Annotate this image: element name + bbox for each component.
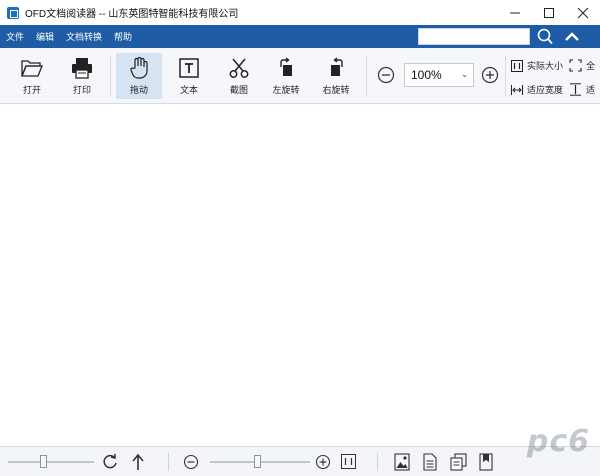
text-label: 文本 (179, 85, 198, 95)
zoom-value: 100% (411, 68, 442, 82)
print-button[interactable]: 打印 (59, 53, 105, 99)
fit-height-button[interactable]: 适 (569, 83, 595, 96)
window-title: OFD文档阅读器 -- 山东英图特智能科技有限公司 (25, 9, 239, 20)
actual-size-icon[interactable] (341, 454, 356, 469)
title-bar: OFD文档阅读器 -- 山东英图特智能科技有限公司 (0, 0, 600, 25)
fullscreen-button[interactable]: 全 (569, 59, 595, 72)
drag-tool-button[interactable]: 拖动 (116, 53, 162, 99)
fit-width-icon (511, 84, 523, 95)
refresh-icon[interactable] (102, 453, 118, 471)
fit-width-label: 适应宽度 (527, 85, 564, 95)
search-input[interactable] (418, 28, 530, 45)
copy-pages-icon[interactable] (450, 453, 467, 471)
minimize-button[interactable] (498, 0, 532, 25)
toolbar-divider (505, 56, 506, 96)
status-divider (377, 453, 378, 471)
actual-size-icon (511, 59, 523, 72)
rotate-right-button[interactable]: 右旋转 (313, 53, 359, 99)
menu-help[interactable]: 帮助 (114, 30, 132, 43)
folder-open-icon (21, 60, 43, 77)
watermark-logo: pc6 (526, 424, 590, 459)
open-button[interactable]: 打开 (9, 53, 55, 99)
screenshot-button[interactable]: 截图 (216, 53, 262, 99)
menu-edit[interactable]: 编辑 (36, 30, 54, 43)
chevron-down-icon: ⌄ (461, 70, 468, 79)
fit-height-icon (570, 83, 581, 96)
search-icon[interactable] (537, 28, 553, 45)
zoom-in-icon[interactable] (481, 66, 499, 84)
actual-size-label: 实际大小 (527, 61, 564, 71)
text-icon (179, 58, 199, 78)
zoom-slider-thumb[interactable] (254, 455, 261, 468)
screenshot-label: 截图 (229, 85, 248, 95)
scissors-icon (229, 58, 249, 78)
page-slider-thumb[interactable] (40, 455, 47, 468)
zoom-out-icon[interactable] (377, 66, 395, 84)
close-icon (577, 7, 589, 18)
actual-size-button[interactable]: 实际大小 (511, 59, 563, 72)
fit-height-label: 适 (586, 85, 596, 95)
fullscreen-icon (569, 59, 582, 72)
rotate-left-label: 左旋转 (272, 85, 300, 95)
menu-bar: 文件 编辑 文档转换 帮助 (0, 25, 600, 48)
rotate-right-label: 右旋转 (322, 85, 350, 95)
status-bar (0, 446, 600, 476)
zoom-out-icon[interactable] (183, 454, 199, 470)
toolbar-divider (110, 56, 111, 96)
arrow-up-icon[interactable] (131, 453, 145, 471)
fit-width-button[interactable]: 适应宽度 (511, 83, 563, 96)
zoom-select[interactable]: 100% ⌄ (404, 63, 474, 87)
zoom-in-icon[interactable] (315, 454, 331, 470)
chevron-up-icon[interactable] (563, 28, 581, 45)
hand-icon (130, 57, 148, 79)
fullscreen-label: 全 (586, 61, 596, 71)
document-icon[interactable] (423, 453, 437, 471)
printer-icon (72, 58, 92, 79)
bookmark-page-icon[interactable] (479, 453, 493, 471)
print-label: 打印 (72, 85, 91, 95)
menu-file[interactable]: 文件 (6, 30, 24, 43)
close-button[interactable] (566, 0, 600, 25)
rotate-left-icon (280, 57, 292, 76)
text-tool-button[interactable]: 文本 (166, 53, 212, 99)
app-icon (7, 6, 19, 19)
minimize-icon (510, 12, 520, 13)
open-label: 打开 (22, 85, 41, 95)
page-slider-track[interactable] (8, 461, 94, 463)
rotate-left-button[interactable]: 左旋转 (263, 53, 309, 99)
toolbar-divider (366, 56, 367, 96)
status-divider (168, 453, 169, 471)
menu-convert[interactable]: 文档转换 (66, 30, 102, 43)
window-controls (498, 0, 600, 25)
rotate-right-icon (331, 57, 343, 76)
drag-label: 拖动 (129, 85, 148, 95)
document-canvas[interactable] (0, 105, 600, 445)
image-icon[interactable] (394, 453, 410, 471)
maximize-button[interactable] (532, 0, 566, 25)
maximize-icon (544, 7, 554, 18)
